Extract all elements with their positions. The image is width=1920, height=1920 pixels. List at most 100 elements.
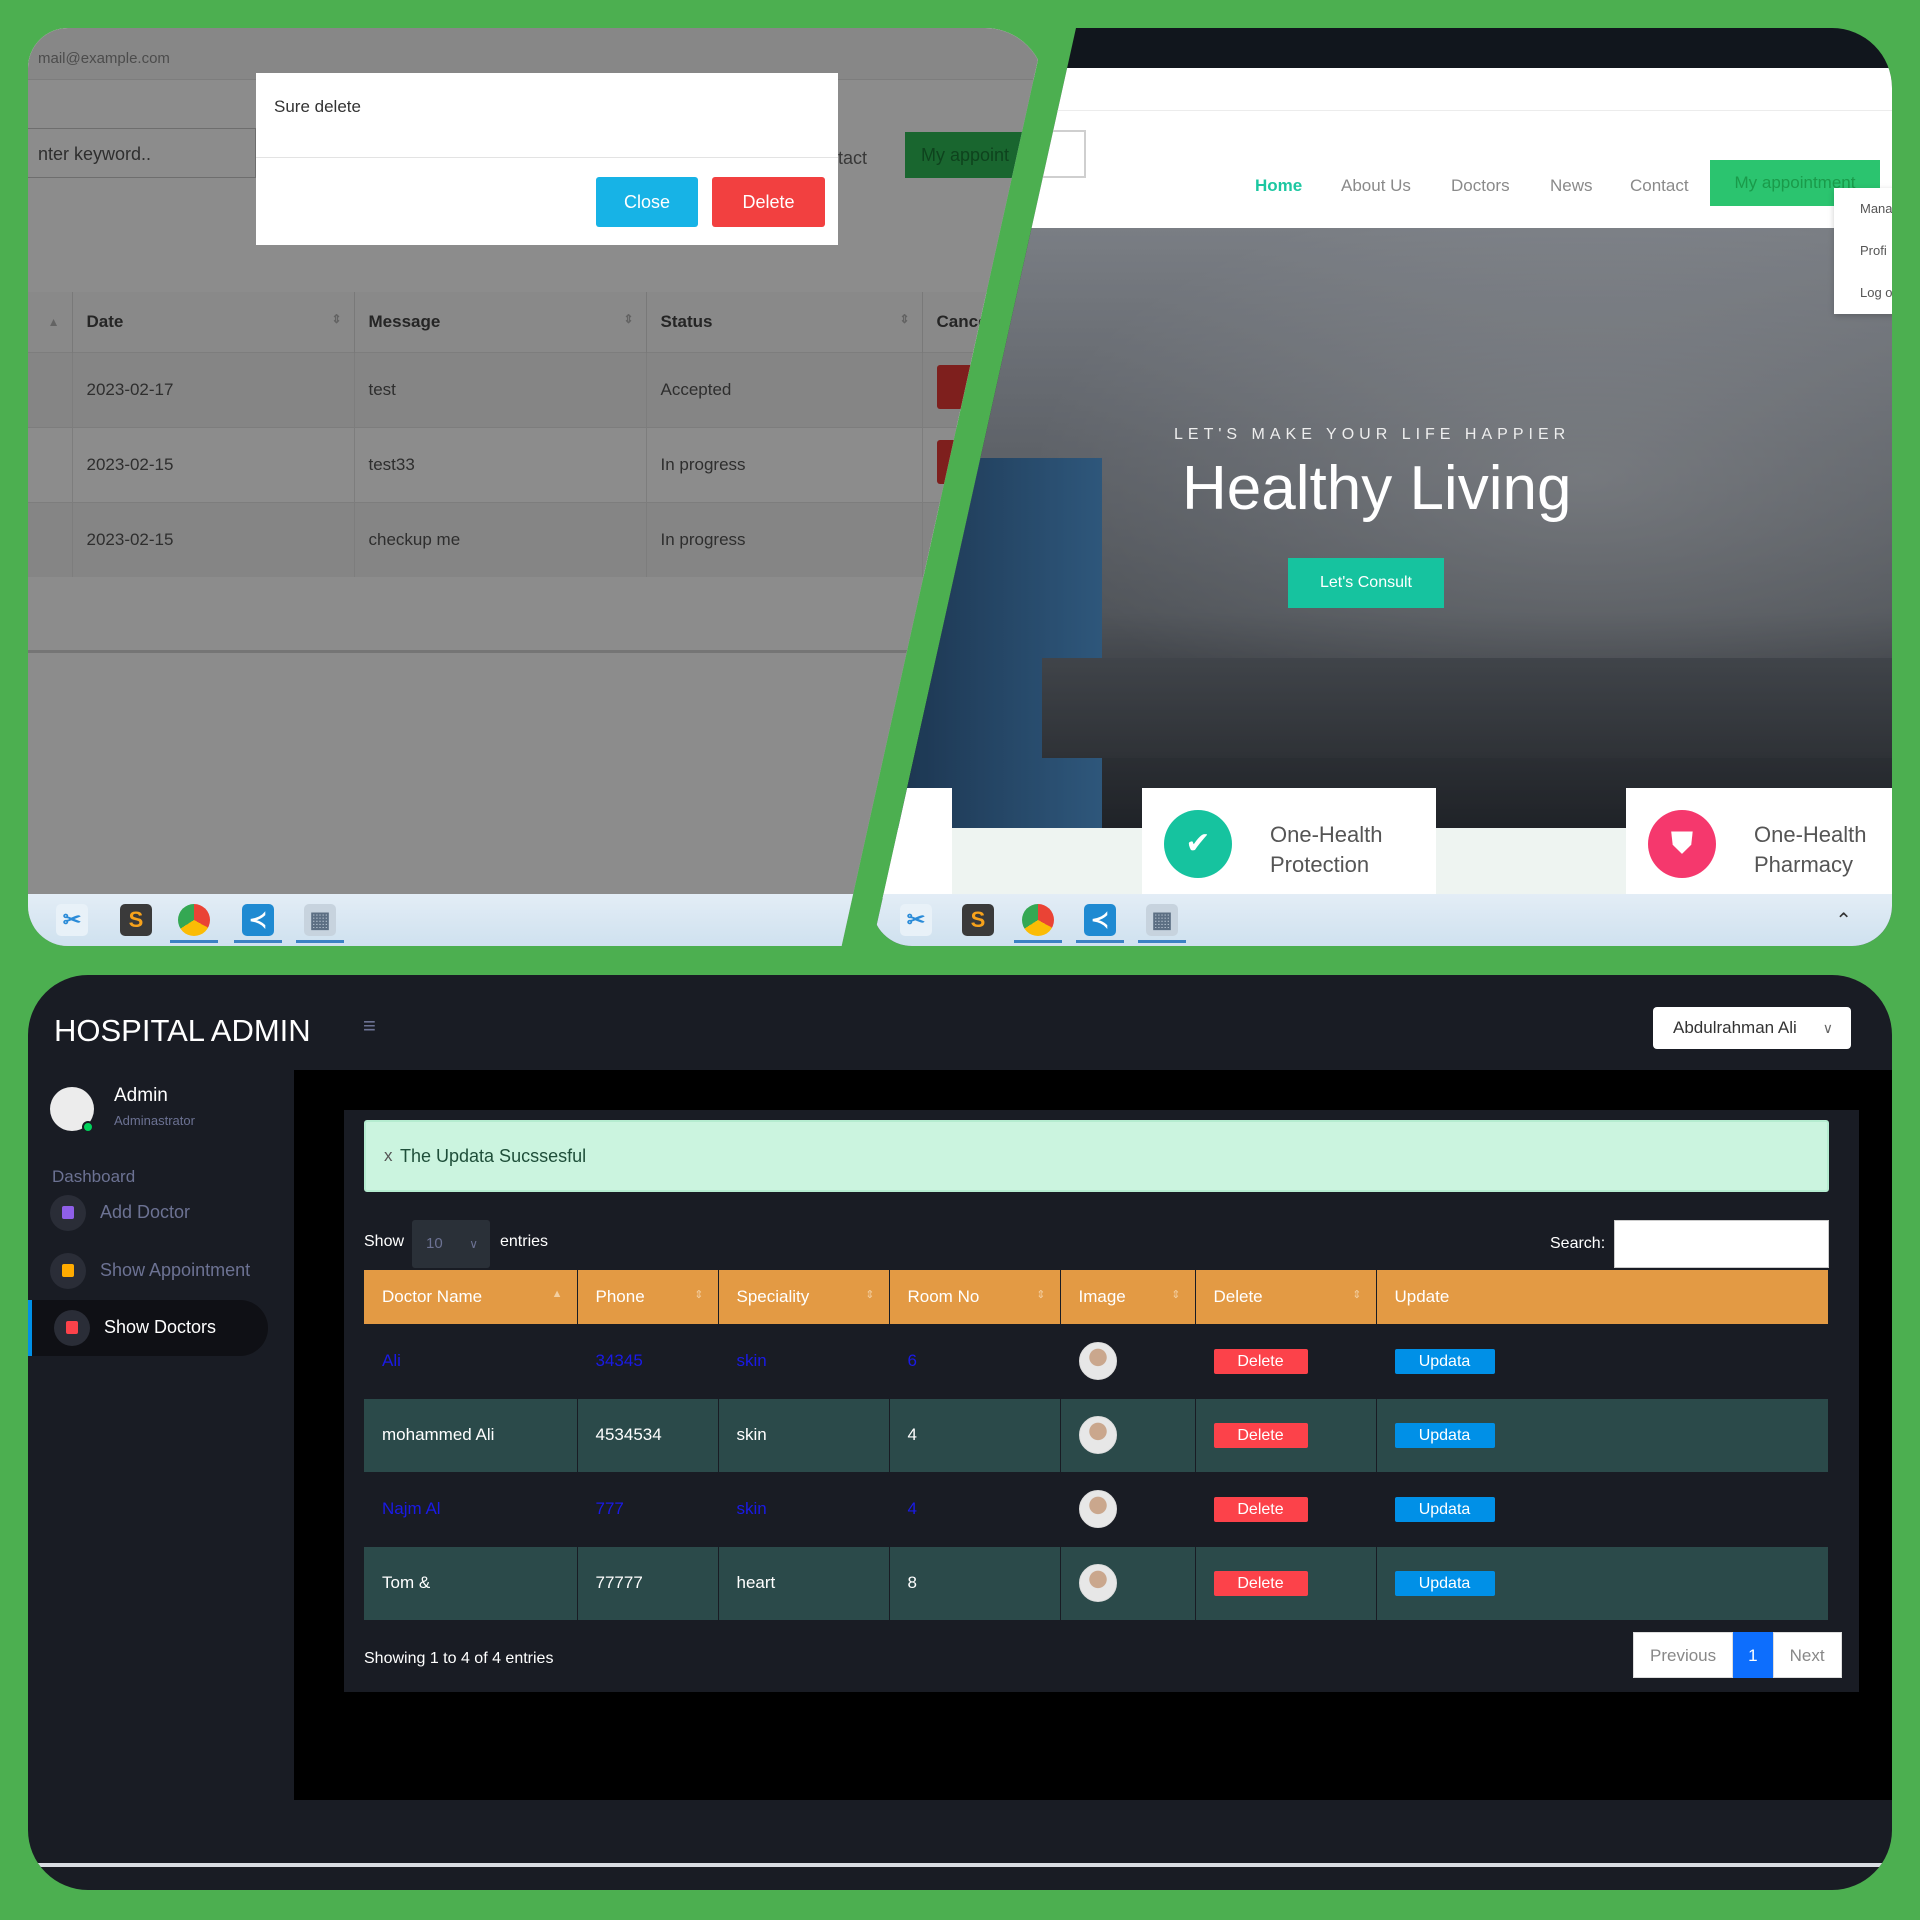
doctor-speciality: skin — [718, 1397, 890, 1472]
update-doctor-button[interactable]: Updata — [1394, 1348, 1495, 1374]
consult-button[interactable]: Let's Consult — [1288, 558, 1444, 608]
feature-title: One-Health Pharmacy — [1754, 822, 1867, 877]
snipping-tool-icon[interactable]: ✂ — [56, 904, 88, 936]
hero-tagline: LET'S MAKE YOUR LIFE HAPPIER — [1174, 426, 1571, 443]
doctor-phone: 77777 — [577, 1545, 719, 1620]
table-search-input[interactable] — [1614, 1220, 1829, 1268]
chevron-up-icon[interactable]: ⌃ — [1835, 908, 1852, 933]
update-doctor-button[interactable]: Updata — [1394, 1422, 1495, 1448]
hospital-website-panel: Home About Us Doctors News Contact My ap… — [872, 28, 1892, 946]
chrome-icon[interactable] — [1022, 904, 1054, 936]
doctor-photo — [1078, 1490, 1117, 1528]
profile-name: Admin — [114, 1085, 168, 1106]
hero-headline: Healthy Living — [1182, 454, 1572, 523]
entries-select[interactable]: 10 ∨ — [412, 1220, 490, 1268]
header-update[interactable]: Update — [1376, 1270, 1829, 1324]
nav-home[interactable]: Home — [1255, 176, 1302, 196]
dropdown-manage[interactable]: Mana — [1834, 188, 1892, 230]
delete-doctor-button[interactable]: Delete — [1213, 1570, 1308, 1596]
header-image[interactable]: Image ⇕ — [1060, 1270, 1196, 1324]
nav-contact[interactable]: Contact — [1630, 176, 1689, 196]
previous-page-button[interactable]: Previous — [1633, 1632, 1734, 1678]
sublime-text-icon[interactable]: S — [120, 904, 152, 936]
doctors-icon — [54, 1310, 90, 1346]
dialog-divider — [256, 157, 838, 158]
page-1-button[interactable]: 1 — [1733, 1632, 1773, 1678]
feature-title: One-Health Protection — [1270, 822, 1383, 877]
active-app-indicator — [1014, 940, 1062, 943]
user-dropdown: Mana Profi Log o — [1834, 188, 1892, 314]
hospital-admin-panel: HOSPITAL ADMIN ≡ Abdulrahman Ali ∨ Admin… — [28, 975, 1892, 1890]
close-button[interactable]: Close — [596, 177, 698, 227]
add-doctor-icon — [50, 1195, 86, 1231]
active-app-indicator — [1076, 940, 1124, 943]
snipping-tool-icon[interactable]: ✂ — [900, 904, 932, 936]
alert-close-icon[interactable]: x — [384, 1146, 393, 1166]
menu-toggle-icon[interactable]: ≡ — [363, 1013, 376, 1039]
delete-doctor-button[interactable]: Delete — [1213, 1422, 1308, 1448]
sidebar-item-add-doctor[interactable]: Add Doctor — [28, 1185, 268, 1241]
header-doctor-name[interactable]: Doctor Name ▲ — [364, 1270, 578, 1324]
doctor-phone: 34345 — [577, 1323, 719, 1398]
nav-about[interactable]: About Us — [1341, 176, 1411, 196]
dropdown-profile[interactable]: Profi — [1834, 230, 1892, 272]
chevron-down-icon: ∨ — [469, 1237, 478, 1251]
main-content: x The Updata Sucssesful Show 10 ∨ entrie… — [294, 1070, 1892, 1800]
doctor-name: mohammed Ali — [364, 1397, 578, 1472]
show-label: Show — [364, 1233, 405, 1250]
photos-icon[interactable]: ▦ — [1146, 904, 1178, 936]
doctor-speciality: heart — [718, 1545, 890, 1620]
doctor-photo — [1078, 1564, 1117, 1603]
delete-button[interactable]: Delete — [712, 177, 825, 227]
delete-doctor-button[interactable]: Delete — [1213, 1496, 1308, 1522]
sidebar-section-title: Dashboard — [52, 1167, 136, 1186]
table-row: Najm Al 777 skin 4 Delete Updata — [364, 1471, 1829, 1546]
user-menu-button[interactable]: Abdulrahman Ali ∨ — [1653, 1007, 1851, 1049]
sidebar-item-label: Add Doctor — [100, 1202, 191, 1222]
delete-doctor-button[interactable]: Delete — [1213, 1348, 1308, 1374]
photos-icon[interactable]: ▦ — [304, 904, 336, 936]
table-info: Showing 1 to 4 of 4 entries — [364, 1650, 554, 1667]
scrollbar[interactable] — [28, 1863, 1892, 1867]
user-menu-label: Abdulrahman Ali — [1673, 1018, 1797, 1037]
table-row: Tom & 77777 heart 8 Delete Updata — [364, 1545, 1829, 1620]
update-doctor-button[interactable]: Updata — [1394, 1570, 1495, 1596]
header-delete[interactable]: Delete ⇕ — [1195, 1270, 1377, 1324]
doctor-speciality: skin — [718, 1471, 890, 1546]
chrome-icon[interactable] — [178, 904, 210, 936]
entries-label: entries — [500, 1233, 549, 1250]
header-room-no[interactable]: Room No ⇕ — [889, 1270, 1061, 1324]
profile-role: Adminastrator — [114, 1113, 195, 1128]
dropdown-logout[interactable]: Log o — [1834, 272, 1892, 314]
chevron-down-icon: ∨ — [1822, 1020, 1833, 1036]
vscode-icon[interactable]: ≺ — [242, 904, 274, 936]
doctor-photo — [1078, 1342, 1117, 1380]
table-row: mohammed Ali 4534534 skin 4 Delete Updat… — [364, 1397, 1829, 1472]
doctor-phone: 777 — [577, 1471, 719, 1546]
doctors-table: Doctor Name ▲ Phone ⇕ Speciality ⇕ Room No ⇕… — [364, 1270, 1829, 1620]
appointments-delete-panel: mail@example.com nter keyword.. ntact My… — [28, 28, 1045, 946]
pagination: Previous 1 Next — [1633, 1632, 1842, 1678]
next-page-button[interactable]: Next — [1772, 1632, 1842, 1678]
delete-confirm-dialog: Sure delete Close Delete — [256, 73, 838, 245]
basket-icon: ⛊ — [1648, 810, 1716, 878]
vscode-icon[interactable]: ≺ — [1084, 904, 1116, 936]
doctor-name: Ali — [364, 1323, 578, 1398]
sidebar-item-show-doctors[interactable]: Show Doctors — [28, 1300, 268, 1356]
nav-news[interactable]: News — [1550, 176, 1593, 196]
app-brand[interactable]: HOSPITAL ADMIN — [54, 1013, 311, 1049]
header-phone[interactable]: Phone ⇕ — [577, 1270, 719, 1324]
success-alert: x The Updata Sucssesful — [364, 1120, 1829, 1192]
nav-doctors[interactable]: Doctors — [1451, 176, 1510, 196]
table-row: Ali 34345 skin 6 Delete Updata — [364, 1323, 1829, 1398]
update-doctor-button[interactable]: Updata — [1394, 1496, 1495, 1522]
doctor-room: 6 — [889, 1323, 1061, 1398]
taskbar: ✂ S ≺ ▦ ⌃ — [872, 894, 1892, 946]
feature-card: a — [872, 788, 952, 898]
active-app-indicator — [234, 940, 282, 943]
sidebar-item-show-appointment[interactable]: Show Appointment — [28, 1243, 268, 1299]
online-status-dot — [82, 1121, 94, 1133]
header-speciality[interactable]: Speciality ⇕ — [718, 1270, 890, 1324]
sidebar-item-label: Show Appointment — [100, 1260, 251, 1280]
sublime-text-icon[interactable]: S — [962, 904, 994, 936]
